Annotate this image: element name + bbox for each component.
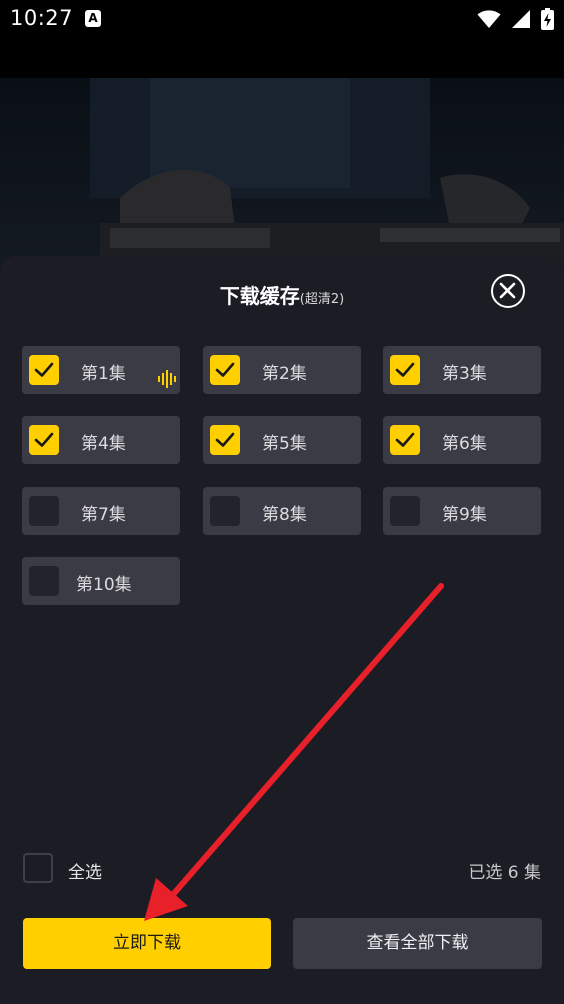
signal-icon — [512, 10, 530, 28]
episode-label: 第2集 — [262, 364, 307, 384]
episode-label: 第4集 — [81, 434, 126, 454]
episode-tile-8[interactable]: 第8集 — [203, 487, 361, 535]
quality-label: (超清2) — [299, 292, 345, 307]
episode-tile-7[interactable]: 第7集 — [22, 487, 180, 535]
episode-label: 第9集 — [442, 505, 487, 525]
episode-label: 第7集 — [81, 505, 126, 525]
download-sheet: 下载缓存(超清2) 第1集 第2集 第3集 第4集 第5集 第6集 第7集 第8… — [0, 256, 564, 1004]
episode-checkbox-1[interactable] — [29, 355, 59, 385]
episode-checkbox-8[interactable] — [210, 496, 240, 526]
episode-tile-2[interactable]: 第2集 — [203, 346, 361, 394]
episode-checkbox-5[interactable] — [210, 425, 240, 455]
episode-label: 第3集 — [442, 364, 487, 384]
episode-checkbox-3[interactable] — [390, 355, 420, 385]
select-all-checkbox[interactable] — [23, 853, 53, 883]
status-bar: 10:27 A — [0, 0, 564, 38]
video-frame — [0, 78, 564, 270]
check-icon — [395, 362, 415, 377]
status-time: 10:27 — [10, 6, 74, 30]
download-now-button[interactable]: 立即下载 — [23, 918, 271, 969]
view-all-downloads-button[interactable]: 查看全部下载 — [293, 918, 542, 969]
episode-tile-6[interactable]: 第6集 — [383, 416, 541, 464]
check-icon — [34, 432, 54, 447]
episode-label: 第10集 — [76, 575, 132, 595]
episode-checkbox-2[interactable] — [210, 355, 240, 385]
check-icon — [215, 432, 235, 447]
battery-charging-icon — [541, 8, 554, 30]
episode-tile-3[interactable]: 第3集 — [383, 346, 541, 394]
selected-count: 已选 6 集 — [468, 863, 541, 883]
select-all-label[interactable]: 全选 — [68, 858, 102, 883]
check-icon — [34, 362, 54, 377]
episode-label: 第6集 — [442, 434, 487, 454]
episode-checkbox-9[interactable] — [390, 496, 420, 526]
episode-checkbox-10[interactable] — [29, 566, 59, 596]
episode-tile-4[interactable]: 第4集 — [22, 416, 180, 464]
episode-tile-9[interactable]: 第9集 — [383, 487, 541, 535]
video-letterbox — [0, 38, 564, 78]
episode-tile-5[interactable]: 第5集 — [203, 416, 361, 464]
sheet-title-text: 下载缓存 — [219, 284, 300, 308]
notification-icon: A — [85, 10, 101, 27]
episode-tile-1[interactable]: 第1集 — [22, 346, 180, 394]
episode-checkbox-7[interactable] — [29, 496, 59, 526]
episode-tile-10[interactable]: 第10集 — [22, 557, 180, 605]
episode-checkbox-4[interactable] — [29, 425, 59, 455]
playing-indicator-icon — [158, 370, 176, 388]
wifi-icon — [477, 10, 501, 28]
episode-label: 第8集 — [262, 505, 307, 525]
video-player[interactable] — [0, 38, 564, 270]
episode-label: 第1集 — [81, 364, 126, 384]
episode-checkbox-6[interactable] — [390, 425, 420, 455]
close-icon — [499, 282, 516, 299]
episode-label: 第5集 — [262, 434, 307, 454]
status-icons — [477, 8, 554, 30]
check-icon — [395, 432, 415, 447]
sheet-title: 下载缓存(超清2) — [0, 280, 564, 309]
check-icon — [215, 362, 235, 377]
close-button[interactable] — [491, 274, 525, 308]
